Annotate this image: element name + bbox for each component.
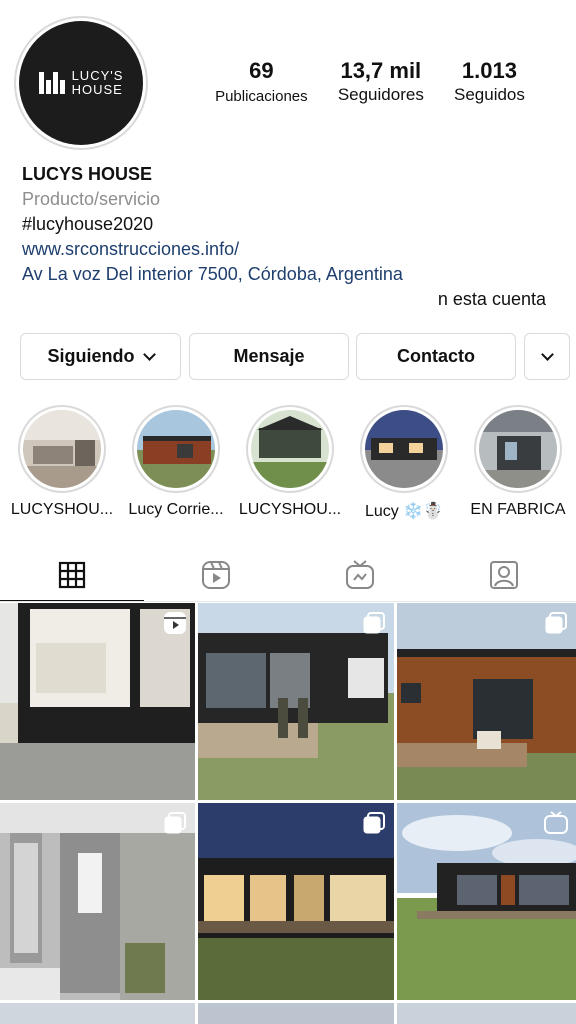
profile-name: LUCYS HOUSE [22, 164, 153, 184]
highlight-label: LUCYSHOU... [238, 501, 342, 518]
logo-text-top: LUCY'S [71, 68, 124, 83]
profile-avatar[interactable]: LUCY'S HOUSE [14, 16, 148, 150]
contact-button-label: Contacto [397, 346, 475, 366]
following-button[interactable]: Siguiendo [20, 333, 181, 380]
suggested-accounts-button[interactable] [524, 333, 570, 380]
brand-logo: LUCY'S HOUSE [19, 21, 143, 145]
highlight-item[interactable]: LUCYSHOU... [233, 405, 347, 519]
grid-icon [58, 561, 86, 589]
chevron-down-icon [540, 348, 554, 361]
highlight-cover-night [365, 410, 443, 488]
profile-stats: 69 Publicaciones 13,7 mil Seguidores 1.0… [200, 58, 540, 108]
highlight-cover-house [137, 410, 215, 488]
chevron-down-icon [142, 348, 156, 361]
message-button[interactable]: Mensaje [189, 333, 349, 380]
post-thumbnail[interactable] [397, 803, 576, 1000]
following-button-label: Siguiendo [47, 346, 135, 366]
logo-bars-icon [38, 72, 65, 94]
followers-label: Seguidores [337, 85, 424, 104]
multiple-posts-icon [363, 812, 385, 834]
highlight-item[interactable]: EN FABRICA [461, 405, 575, 519]
posts-label: Publicaciones [215, 88, 308, 105]
posts-grid [0, 603, 576, 1024]
profile-hashtag[interactable]: #lucyhouse2020 [22, 212, 562, 237]
highlight-label: Lucy ❄️☃️ [364, 503, 444, 520]
profile-address-link[interactable]: Av La voz Del interior 7500, Córdoba, Ar… [22, 262, 562, 287]
post-thumbnail[interactable] [198, 803, 394, 1000]
tabs-divider [0, 601, 576, 602]
profile-bio: LUCYS HOUSE Producto/servicio #lucyhouse… [22, 162, 562, 312]
post-thumbnail[interactable] [397, 603, 576, 800]
following-count[interactable]: 1.013 Seguidos [454, 58, 525, 108]
followers-count[interactable]: 13,7 mil Seguidores [338, 58, 424, 108]
logo-text-bottom: HOUSE [71, 82, 123, 97]
igtv-badge-icon [544, 811, 568, 834]
highlight-item[interactable]: LUCYSHOU... [5, 405, 119, 519]
tab-igtv[interactable] [288, 548, 432, 602]
profile-website-link[interactable]: www.srconstrucciones.info/ [22, 237, 562, 262]
highlight-cover-promo [251, 410, 329, 488]
tab-tagged[interactable] [432, 548, 576, 602]
highlight-label: EN FABRICA [470, 501, 566, 518]
followers-number: 13,7 mil [340, 58, 422, 83]
following-label: Seguidos [454, 85, 525, 104]
reels-badge-icon [164, 612, 186, 634]
posts-count[interactable]: 69 Publicaciones [215, 58, 308, 108]
tab-reels[interactable] [144, 548, 288, 602]
highlight-item[interactable]: Lucy Corrie... [119, 405, 233, 519]
post-thumbnail[interactable] [0, 603, 195, 800]
story-highlights: LUCYSHOU... Lucy Corrie... LUCYSHOU... L… [0, 405, 576, 525]
highlight-item[interactable]: Lucy ❄️☃️ [347, 405, 461, 521]
contact-button[interactable]: Contacto [356, 333, 516, 380]
profile-extra-text: n esta cuenta [437, 289, 546, 309]
igtv-icon [346, 560, 374, 589]
profile-tabs [0, 548, 576, 602]
multiple-posts-icon [545, 612, 567, 634]
following-number: 1.013 [461, 58, 517, 83]
highlight-cover-factory [479, 410, 557, 488]
action-buttons: Siguiendo Mensaje Contacto [20, 333, 570, 380]
posts-number: 69 [249, 58, 274, 83]
message-button-label: Mensaje [233, 346, 305, 366]
post-thumbnail[interactable] [397, 1003, 576, 1024]
post-thumbnail[interactable] [198, 603, 394, 800]
multiple-posts-icon [164, 812, 186, 834]
multiple-posts-icon [363, 612, 385, 634]
reels-icon [202, 561, 230, 589]
post-thumbnail[interactable] [198, 1003, 394, 1024]
profile-category: Producto/servicio [22, 189, 161, 209]
post-thumbnail[interactable] [0, 803, 195, 1000]
tagged-icon [490, 561, 518, 589]
highlight-label: Lucy Corrie... [128, 501, 224, 518]
highlight-cover-interior [23, 410, 101, 488]
highlight-label: LUCYSHOU... [10, 501, 114, 518]
tab-posts-grid[interactable] [0, 548, 144, 602]
post-thumbnail[interactable] [0, 1003, 195, 1024]
